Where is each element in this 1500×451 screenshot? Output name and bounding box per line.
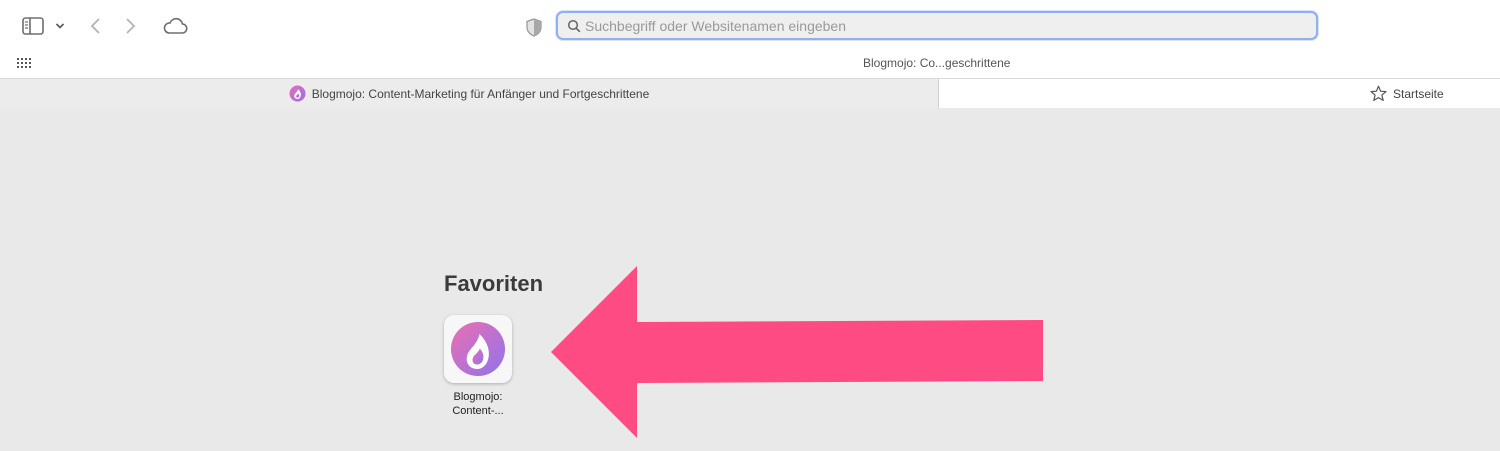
compact-page-title: Blogmojo: Co...geschrittene (863, 56, 1011, 70)
sidebar-icon[interactable] (18, 14, 48, 38)
tab-blogmojo[interactable]: Blogmojo: Content-Marketing für Anfänger… (0, 79, 939, 108)
search-icon (567, 19, 581, 33)
chevron-down-icon[interactable] (52, 18, 68, 34)
blogmojo-logo-icon (451, 322, 505, 376)
address-input[interactable] (585, 17, 1316, 34)
shield-icon[interactable] (522, 15, 546, 39)
star-icon (1370, 85, 1387, 102)
start-page: Favoriten Blogmojo: Content-... (0, 108, 1500, 451)
favorites-heading: Favoriten (444, 271, 544, 296)
browser-window: Blogmojo: Co...geschrittene Blogmojo: Co… (0, 0, 1500, 451)
blogmojo-favicon-icon (289, 85, 306, 102)
toolbar: Blogmojo: Co...geschrittene (0, 0, 1500, 78)
tab-startseite[interactable]: Startseite (939, 79, 1500, 108)
chevron-right-icon[interactable] (120, 14, 142, 38)
tab-bar: Blogmojo: Content-Marketing für Anfänger… (0, 78, 1500, 108)
tab-label: Startseite (1393, 87, 1444, 101)
pink-arrow-annotation (551, 266, 1043, 438)
chevron-left-icon[interactable] (84, 14, 106, 38)
tab-label: Blogmojo: Content-Marketing für Anfänger… (311, 86, 650, 101)
favorite-tile-blogmojo[interactable] (444, 315, 512, 383)
cloud-icon[interactable] (160, 13, 190, 39)
grid-icon[interactable] (14, 54, 34, 72)
address-bar[interactable] (556, 11, 1318, 40)
favorite-label[interactable]: Blogmojo: Content-... (436, 390, 520, 418)
